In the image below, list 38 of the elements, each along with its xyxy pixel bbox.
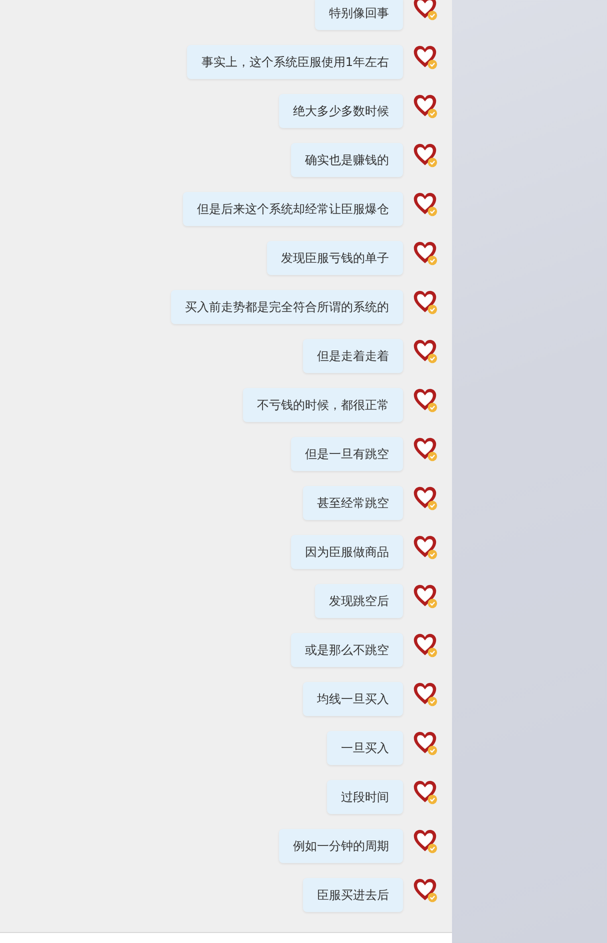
heart-avatar-icon xyxy=(412,779,438,805)
heart-avatar-icon xyxy=(412,828,438,854)
heart-avatar-icon xyxy=(412,93,438,119)
heart-avatar-icon xyxy=(412,240,438,266)
heart-avatar-icon xyxy=(412,289,438,315)
message-bubble: 或是那么不跳空 xyxy=(291,633,403,667)
heart-avatar-icon xyxy=(412,142,438,168)
heart-avatar-icon xyxy=(412,387,438,413)
message-bubble: 过段时间 xyxy=(327,780,403,814)
heart-avatar-icon xyxy=(412,877,438,903)
heart-avatar-icon xyxy=(412,191,438,217)
heart-avatar-icon xyxy=(412,485,438,511)
message-bubble: 一旦买入 xyxy=(327,731,403,765)
heart-avatar-icon xyxy=(412,0,438,21)
heart-avatar-icon xyxy=(412,730,438,756)
message-bubble: 例如一分钟的周期 xyxy=(279,829,403,863)
message-bubble: 事实上，这个系统臣服使用1年左右 xyxy=(187,45,403,79)
message-bubble: 均线一旦买入 xyxy=(303,682,403,716)
message-bubble: 发现臣服亏钱的单子 xyxy=(267,241,403,275)
heart-avatar-icon xyxy=(412,534,438,560)
heart-avatar-icon xyxy=(412,44,438,70)
message-bubble: 甚至经常跳空 xyxy=(303,486,403,520)
message-bubble: 买入前走势都是完全符合所谓的系统的 xyxy=(171,290,403,324)
message-bubble: 发现跳空后 xyxy=(315,584,403,618)
heart-avatar-icon xyxy=(412,681,438,707)
message-bubble: 臣服买进去后 xyxy=(303,878,403,912)
heart-avatar-icon xyxy=(412,632,438,658)
message-bubble: 但是一旦有跳空 xyxy=(291,437,403,471)
message-bubble: 但是后来这个系统却经常让臣服爆仓 xyxy=(183,192,403,226)
message-bubble: 不亏钱的时候，都很正常 xyxy=(243,388,403,422)
message-bubble: 因为臣服做商品 xyxy=(291,535,403,569)
message-bubble: 确实也是赚钱的 xyxy=(291,143,403,177)
heart-avatar-icon xyxy=(412,338,438,364)
heart-avatar-icon xyxy=(412,583,438,609)
heart-avatar-icon xyxy=(412,436,438,462)
message-bubble: 绝大多少多数时候 xyxy=(279,94,403,128)
message-bubble: 特别像回事 xyxy=(315,0,403,30)
message-bubble: 但是走着走着 xyxy=(303,339,403,373)
